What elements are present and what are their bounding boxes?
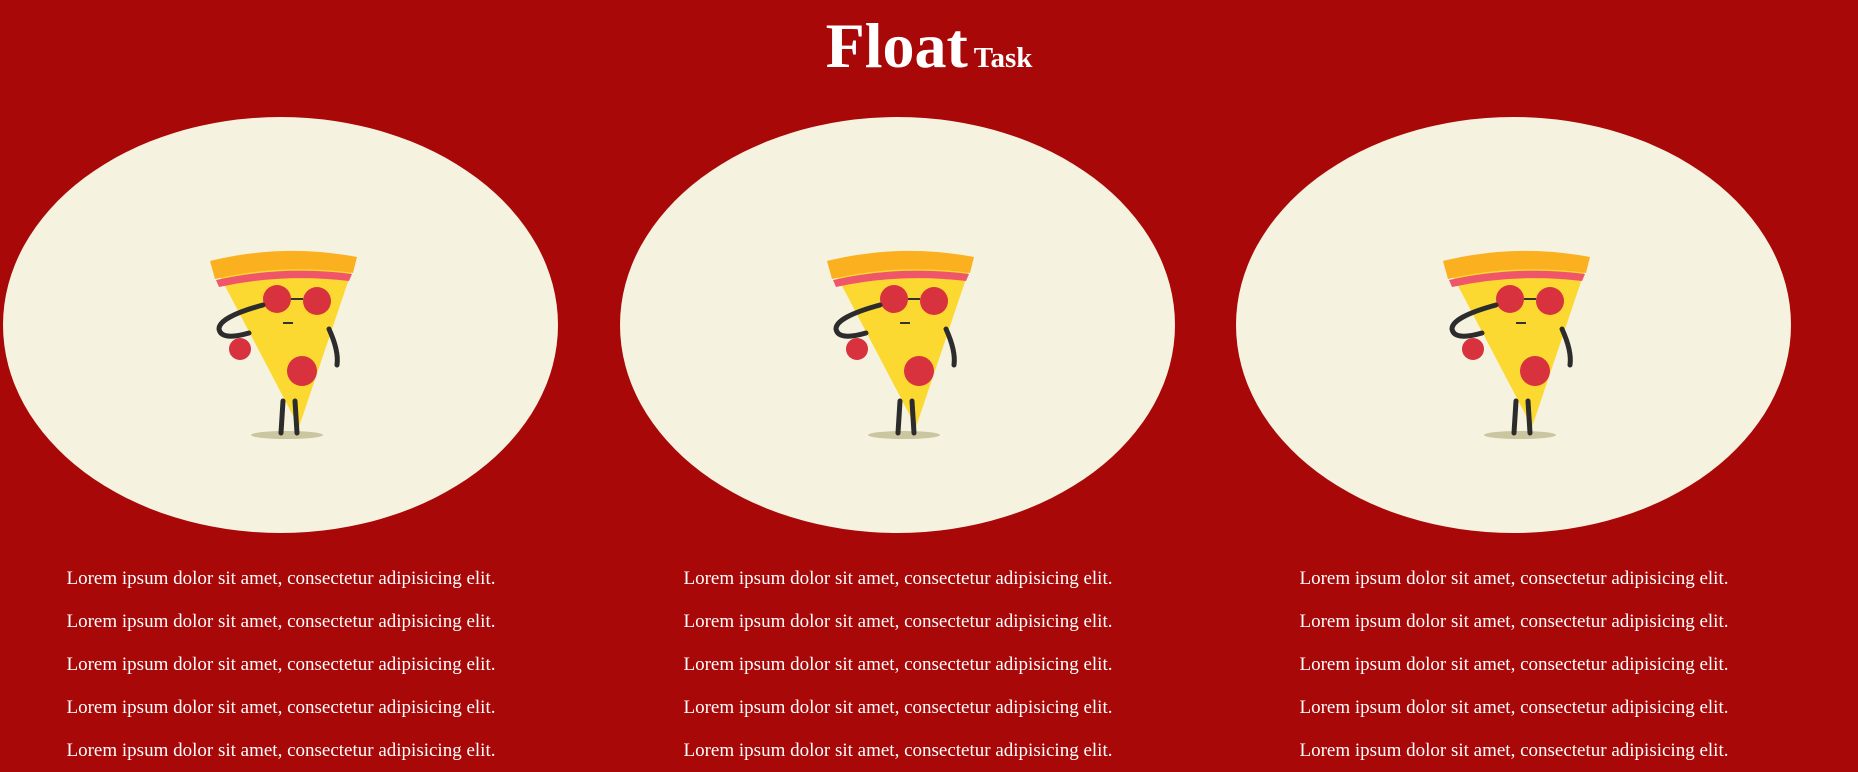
list-item: Lorem ipsum dolor sit amet, consectetur … — [66, 697, 496, 718]
text-list: Lorem ipsum dolor sit amet, consectetur … — [1236, 557, 1792, 772]
image-ellipse — [3, 117, 558, 533]
page-title-sub: Task — [973, 42, 1033, 74]
list-item: Lorem ipsum dolor sit amet, consectetur … — [683, 740, 1113, 761]
list-item: Lorem ipsum dolor sit amet, consectetur … — [683, 568, 1113, 589]
list-item: Lorem ipsum dolor sit amet, consectetur … — [683, 611, 1113, 632]
list-item: Lorem ipsum dolor sit amet, consectetur … — [1299, 568, 1729, 589]
list-item: Lorem ipsum dolor sit amet, consectetur … — [66, 654, 496, 675]
float-column-1: Lorem ipsum dolor sit amet, consectetur … — [3, 117, 559, 761]
list-item: Lorem ipsum dolor sit amet, consectetur … — [66, 611, 496, 632]
image-ellipse — [1236, 117, 1791, 533]
list-item: Lorem ipsum dolor sit amet, consectetur … — [1299, 611, 1729, 632]
text-list: Lorem ipsum dolor sit amet, consectetur … — [620, 557, 1176, 772]
pizza-slice-sunglasses-icon — [210, 250, 357, 439]
page-title-main: Float — [825, 10, 968, 81]
pizza-slice-sunglasses-icon — [1443, 250, 1590, 439]
list-item: Lorem ipsum dolor sit amet, consectetur … — [66, 740, 496, 761]
list-item: Lorem ipsum dolor sit amet, consectetur … — [1299, 697, 1729, 718]
list-item: Lorem ipsum dolor sit amet, consectetur … — [683, 654, 1113, 675]
text-list: Lorem ipsum dolor sit amet, consectetur … — [3, 557, 559, 772]
list-item: Lorem ipsum dolor sit amet, consectetur … — [1299, 740, 1729, 761]
list-item: Lorem ipsum dolor sit amet, consectetur … — [683, 697, 1113, 718]
float-column-3: Lorem ipsum dolor sit amet, consectetur … — [1236, 117, 1792, 761]
list-item: Lorem ipsum dolor sit amet, consectetur … — [1299, 654, 1729, 675]
pizza-slice-sunglasses-icon — [827, 250, 974, 439]
list-item: Lorem ipsum dolor sit amet, consectetur … — [66, 568, 496, 589]
image-ellipse — [620, 117, 1175, 533]
float-column-2: Lorem ipsum dolor sit amet, consectetur … — [620, 117, 1176, 761]
page-title: Float Task — [0, 14, 1858, 78]
